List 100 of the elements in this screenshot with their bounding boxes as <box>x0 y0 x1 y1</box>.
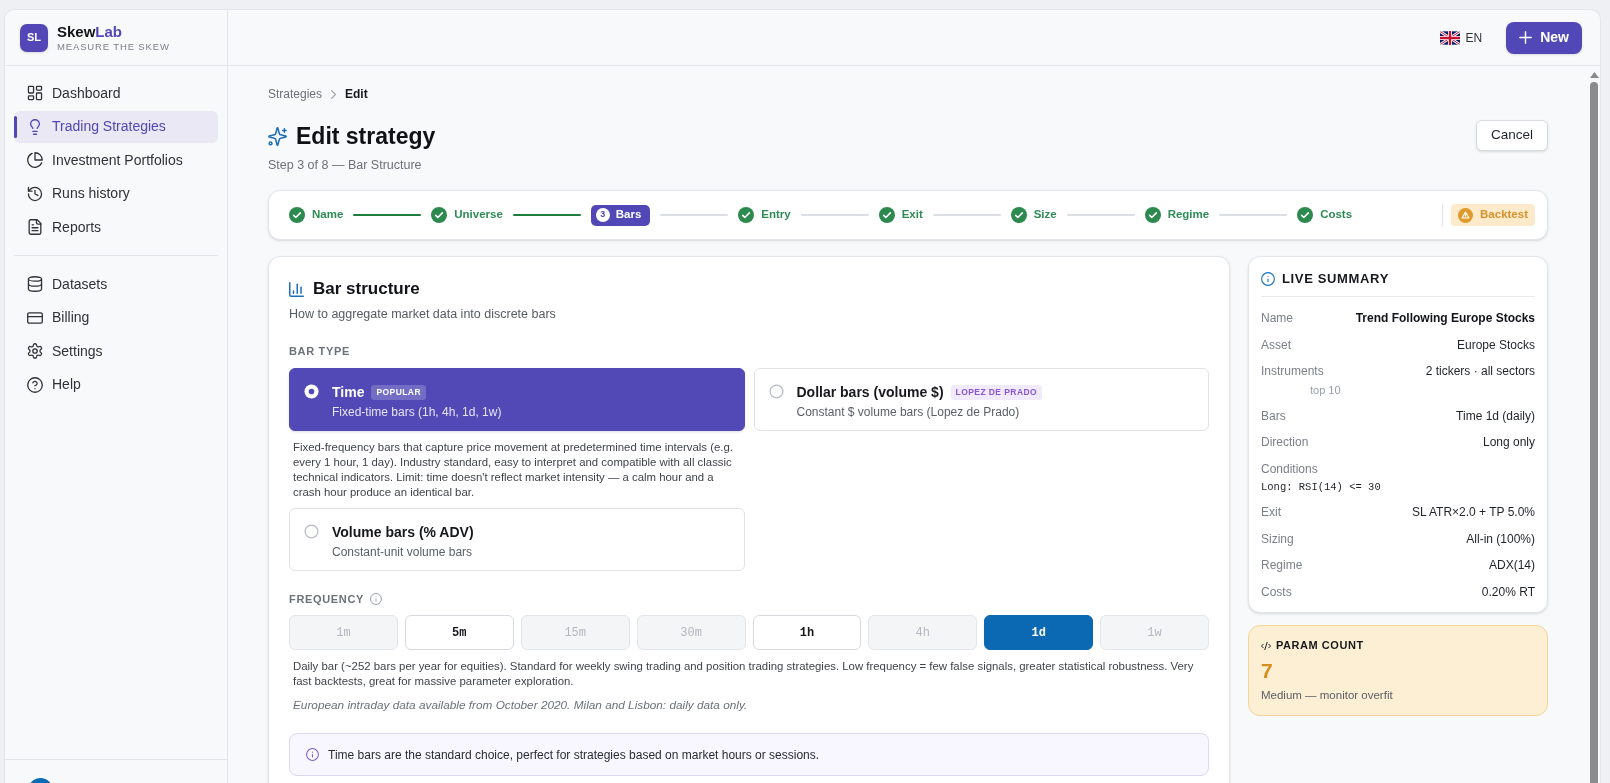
option-title: Time <box>332 382 365 402</box>
database-icon <box>27 276 43 292</box>
option-details: Fixed-frequency bars that capture price movement at predetermined time intervals (e.g. every 1 hour, 1 day). Industry standard, easy to interpret and compatible with all classic technical indicators. Limit: time doesn't reflect market intensity — a calm hour and a crash hour produce an identical bar. <box>292 439 734 500</box>
language-button[interactable]: EN <box>1439 28 1483 47</box>
logo-badge: SL <box>20 23 48 52</box>
summary-label: Exit <box>1261 504 1281 521</box>
bar-type-card[interactable]: Dollar bars (volume $) LOPEZ DE PRADO Constant $ volume bars (Lopez de Prado) <box>753 368 1209 431</box>
frequency-note: European intraday data available from October 2020. Milan and Lisbon: daily data only. <box>292 698 749 713</box>
option-badge: LOPEZ DE PRADO <box>950 384 1043 400</box>
brand-tagline: MEASURE THE SKEW <box>57 40 170 53</box>
step-link[interactable]: Exit <box>878 206 923 224</box>
bar-type-card[interactable]: Time POPULAR Fixed-time bars (1h, 4h, 1d, 1w) <box>289 368 745 431</box>
check-circle-icon <box>878 207 895 223</box>
summary-value: ADX(14) <box>1489 557 1535 574</box>
document-icon <box>27 219 43 235</box>
pie-chart-icon <box>27 152 43 168</box>
option-description: Fixed-time bars (1h, 4h, 1d, 1w) <box>332 404 502 420</box>
nav-item[interactable]: Settings <box>14 335 218 367</box>
check-circle-icon <box>289 207 305 223</box>
scrollbar-thumb[interactable] <box>1590 82 1598 783</box>
nav-item[interactable]: Reports <box>14 211 218 243</box>
warning-icon <box>1458 207 1474 223</box>
option-badge: POPULAR <box>371 384 426 400</box>
summary-label: Sizing <box>1261 530 1294 548</box>
help-icon <box>27 376 43 393</box>
settings-icon <box>27 343 43 359</box>
history-icon <box>27 185 43 202</box>
frequency-description: Daily bar (~252 bars per year for equities). Standard for weekly swing trading and position trading strategies. Low frequency = few false signals, greater statistical robustness. Very fast backtests, great for massive parameter exploration. <box>292 659 1195 689</box>
scroll-up-arrow-icon[interactable] <box>1589 72 1599 78</box>
info-icon <box>306 748 319 761</box>
bar-type-card[interactable]: Volume bars (% ADV) Constant-unit volume bars <box>289 508 745 571</box>
dashboard-icon <box>27 85 43 101</box>
page-subtitle: Step 3 of 8 — Bar Structure <box>268 157 423 174</box>
section-subtitle: How to aggregate market data into discrete bars <box>289 306 557 323</box>
step-number: 3 <box>595 208 610 222</box>
nav-item[interactable]: Investment Portfolios <box>14 144 218 176</box>
summary-value: SL ATR×2.0 + TP 5.0% <box>1412 504 1535 521</box>
radio-icon <box>768 384 784 399</box>
card-title: LIVE SUMMARY <box>1282 270 1389 289</box>
breadcrumb-link[interactable]: Strategies <box>268 85 323 103</box>
brand-name: SkewLab <box>57 22 124 41</box>
summary-value: 2 tickers · all sectors <box>1425 363 1535 380</box>
chevron-right-icon <box>330 89 338 99</box>
option-title: Volume bars (% ADV) <box>332 522 474 542</box>
info-icon <box>370 593 382 605</box>
summary-label: Name <box>1261 310 1293 327</box>
step-link[interactable]: Regime <box>1144 206 1210 224</box>
param-count-caption: Medium — monitor overfit <box>1261 687 1394 703</box>
nav-item[interactable]: Billing <box>14 301 218 334</box>
check-circle-icon <box>1010 207 1027 223</box>
radio-icon <box>304 384 319 399</box>
check-circle-icon <box>738 207 755 223</box>
summary-label: Direction <box>1261 434 1309 451</box>
step-link[interactable]: Name <box>289 206 344 224</box>
nav-item[interactable]: Datasets <box>14 268 218 300</box>
summary-code: Long: RSI(14) <= 30 <box>1261 479 1382 494</box>
step-link[interactable]: Size <box>1010 206 1057 224</box>
summary-value: Time 1d (daily) <box>1456 407 1535 425</box>
summary-label: Conditions <box>1261 460 1318 478</box>
breadcrumb-current: Edit <box>345 86 368 103</box>
bar-chart-icon <box>289 281 304 297</box>
step-link[interactable]: Entry <box>738 206 791 224</box>
cancel-button[interactable]: Cancel <box>1475 120 1548 151</box>
check-circle-icon <box>1297 207 1314 223</box>
card-title: PARAM COUNT <box>1276 638 1364 654</box>
check-circle-icon <box>431 207 448 223</box>
code-icon <box>1261 640 1271 651</box>
summary-note: top 10 <box>1310 383 1342 397</box>
step-link[interactable]: Costs <box>1297 206 1353 224</box>
summary-label: Regime <box>1261 557 1303 574</box>
summary-value: All-in (100%) <box>1466 530 1535 548</box>
step-button[interactable]: 3 Bars <box>590 204 651 226</box>
nav-item[interactable]: Trading Strategies <box>14 110 218 143</box>
check-circle-icon <box>1144 207 1161 223</box>
lightbulb-icon <box>27 118 43 135</box>
option-description: Constant-unit volume bars <box>332 544 474 560</box>
nav-item[interactable]: Help <box>14 368 218 401</box>
param-count-value: 7 <box>1261 658 1274 683</box>
section-title: Bar structure <box>313 278 420 301</box>
frequency-button[interactable]: 1d <box>984 615 1094 650</box>
page-title: Edit strategy <box>296 122 436 151</box>
frequency-button[interactable]: 1h <box>752 615 862 650</box>
option-title: Dollar bars (volume $) <box>796 382 944 402</box>
new-button[interactable]: New <box>1506 21 1582 54</box>
frequency-button[interactable]: 5m <box>404 615 514 650</box>
summary-label: Bars <box>1261 407 1286 425</box>
tip-text: Time bars are the standard choice, perfect for strategies based on market hours or sessions. <box>328 746 820 764</box>
plus-icon <box>1519 31 1533 44</box>
field-label: BAR TYPE <box>289 344 351 359</box>
nav-item[interactable]: Runs history <box>14 177 218 210</box>
summary-label: Instruments <box>1261 363 1324 380</box>
nav-item[interactable]: Dashboard <box>14 77 218 109</box>
step-link[interactable]: Universe <box>431 206 503 224</box>
field-label: FREQUENCY <box>289 591 364 607</box>
summary-label: Asset <box>1261 336 1291 354</box>
summary-value: 0.20% RT <box>1481 583 1535 601</box>
summary-value: Long only <box>1482 434 1535 451</box>
info-icon <box>1261 272 1275 286</box>
flag-icon <box>1439 30 1460 45</box>
summary-label: Costs <box>1261 583 1292 601</box>
